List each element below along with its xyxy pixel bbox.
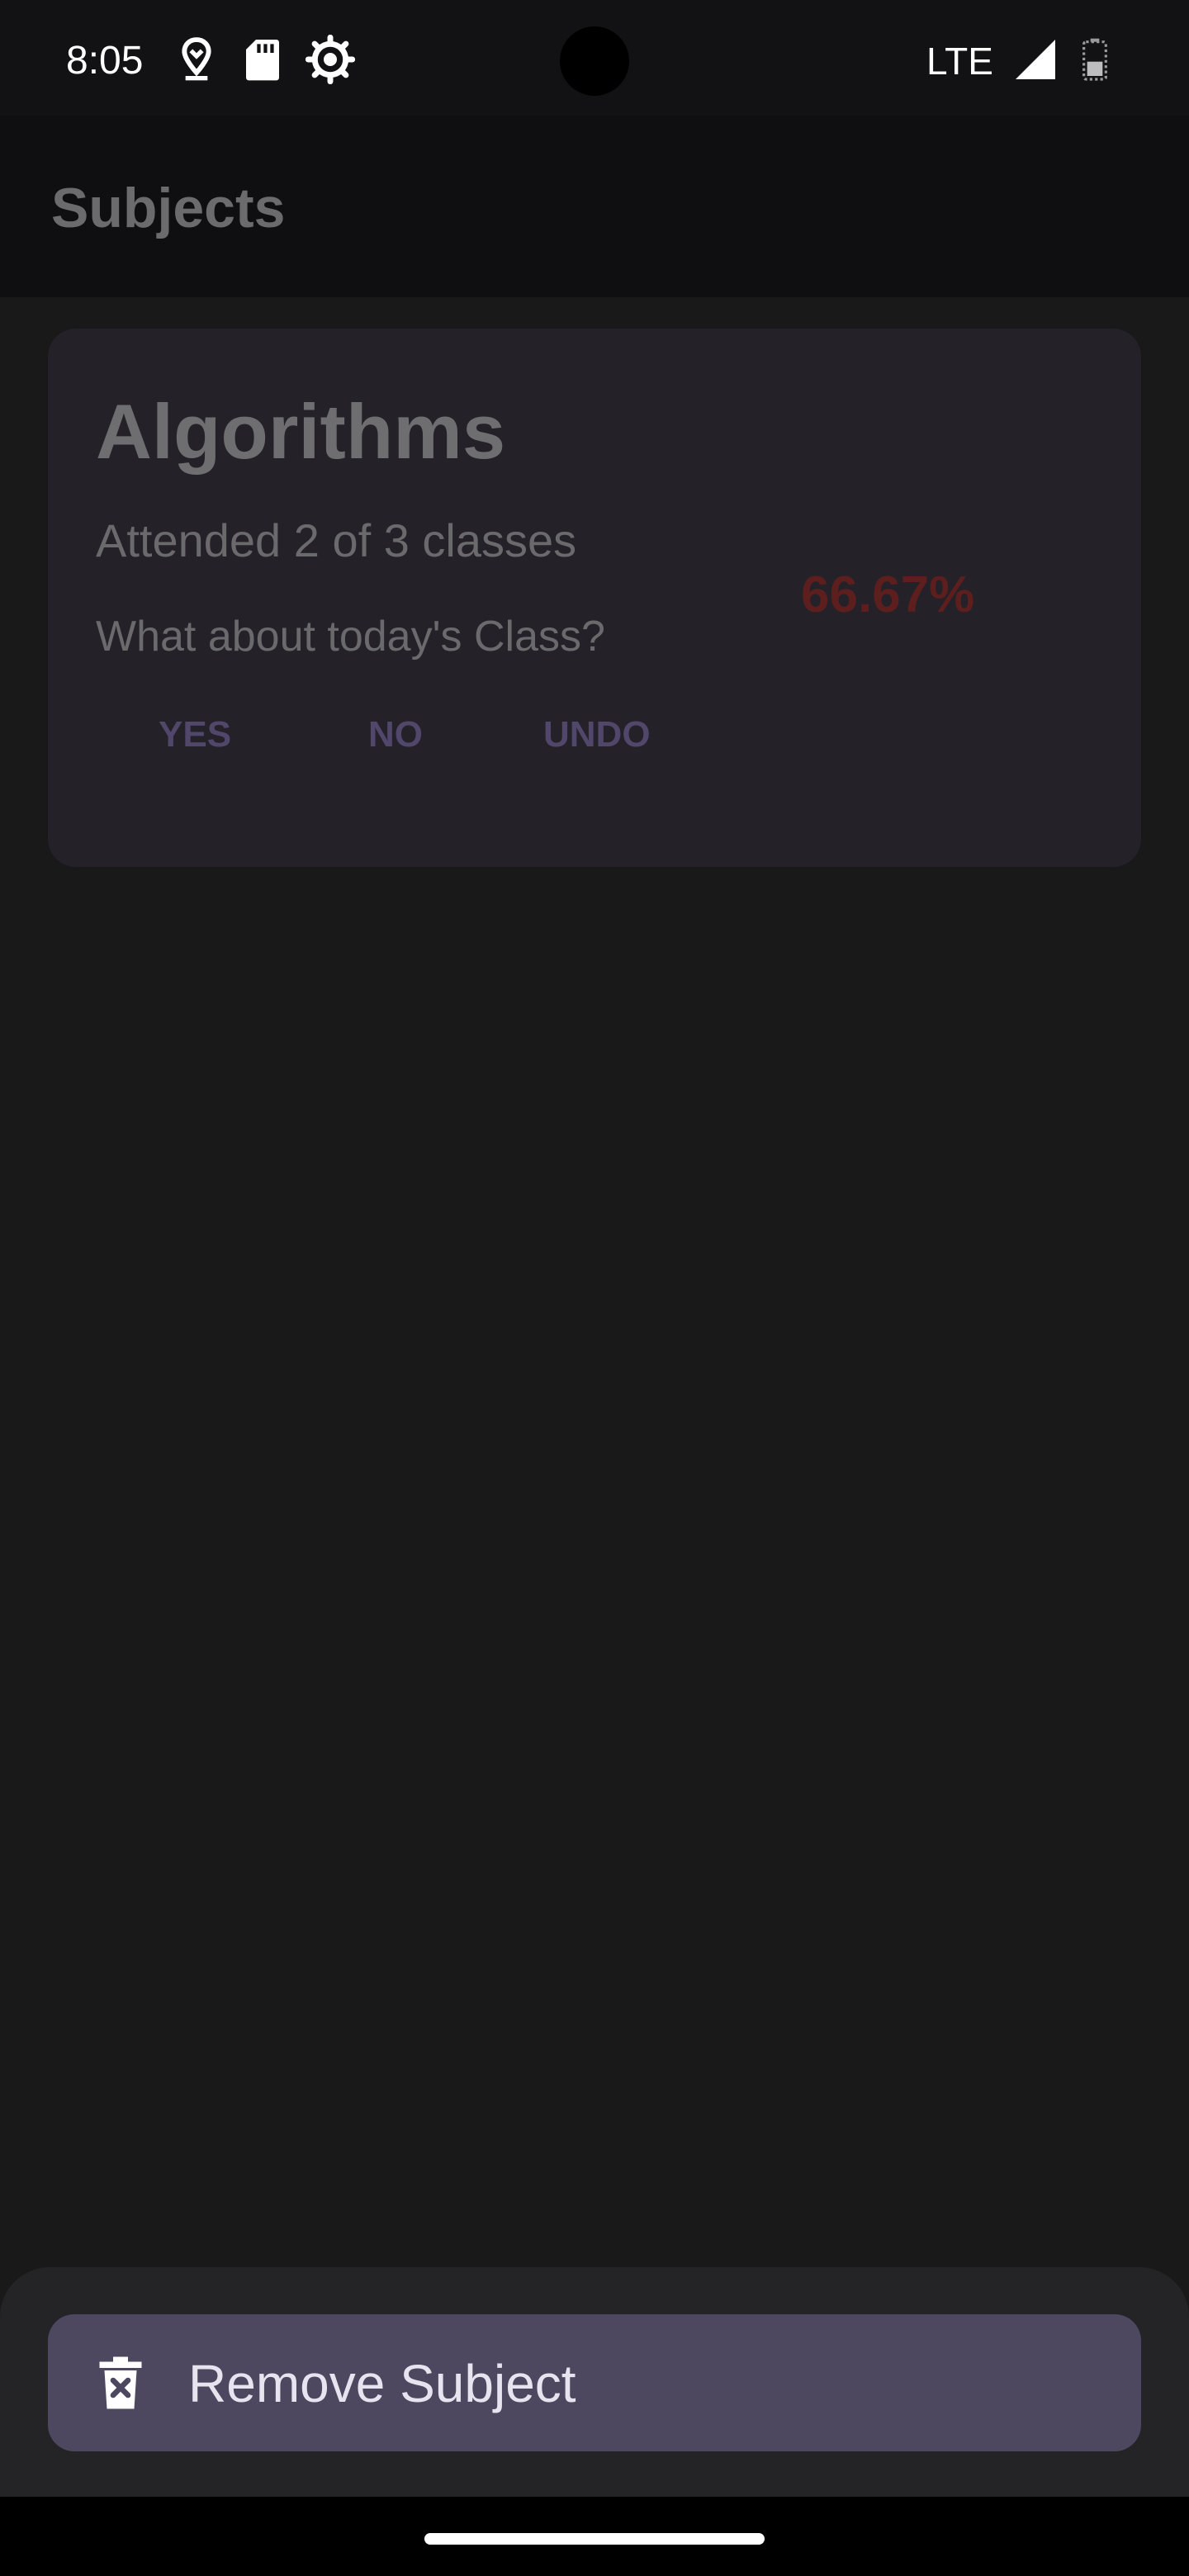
navigation-bar bbox=[0, 2497, 1189, 2576]
camera-cutout bbox=[560, 26, 629, 96]
network-type: LTE bbox=[926, 40, 993, 83]
status-bar: 8:05 LTE bbox=[0, 0, 1189, 116]
bottom-sheet: Remove Subject bbox=[0, 2267, 1189, 2497]
no-button[interactable]: NO bbox=[368, 712, 423, 758]
subject-name: Algorithms bbox=[96, 388, 506, 475]
attendance-percentage: 66.67% bbox=[801, 566, 975, 623]
sd-card-icon bbox=[246, 40, 279, 81]
remove-subject-label: Remove Subject bbox=[188, 2354, 576, 2413]
status-time: 8:05 bbox=[66, 39, 144, 83]
subject-card[interactable]: Algorithms Attended 2 of 3 classes What … bbox=[48, 329, 1141, 867]
home-indicator[interactable] bbox=[424, 2533, 765, 2545]
undo-button[interactable]: UNDO bbox=[543, 712, 651, 758]
signal-icon bbox=[1016, 40, 1055, 79]
remove-subject-button[interactable]: Remove Subject bbox=[48, 2314, 1141, 2451]
yes-button[interactable]: YES bbox=[159, 712, 231, 758]
delete-icon bbox=[99, 2356, 142, 2409]
attendance-summary: Attended 2 of 3 classes bbox=[96, 514, 577, 566]
todays-class-question: What about today's Class? bbox=[96, 613, 605, 661]
location-pin-icon bbox=[182, 37, 211, 81]
settings-gear-icon bbox=[305, 34, 356, 85]
page-title: Subjects bbox=[51, 177, 286, 239]
battery-icon bbox=[1082, 38, 1107, 81]
